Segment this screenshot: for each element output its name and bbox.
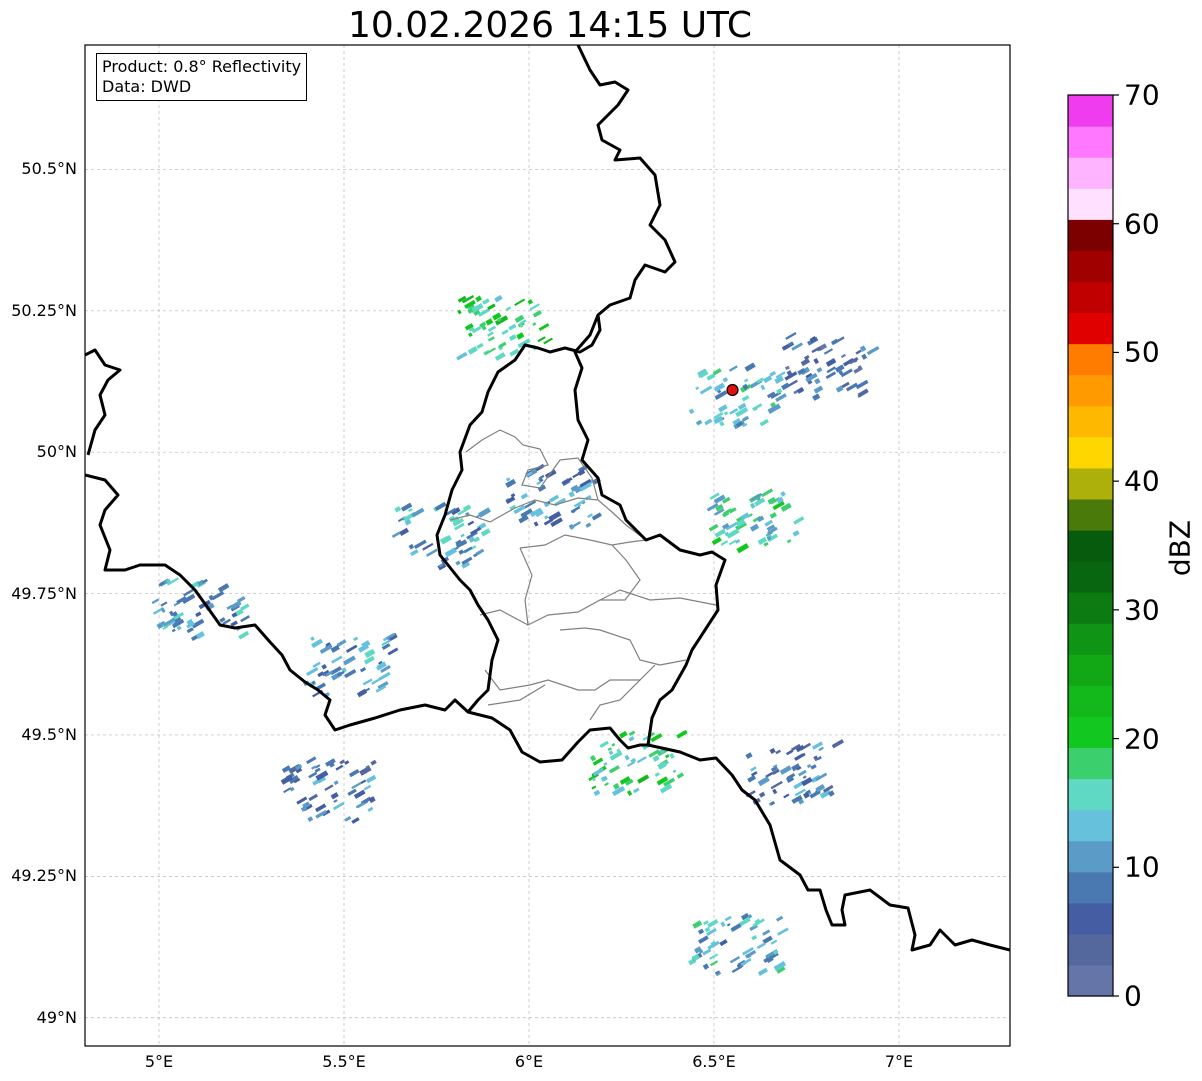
colorbar-segment <box>1068 871 1113 904</box>
colorbar-segment <box>1068 188 1113 220</box>
map-background <box>85 45 1010 1046</box>
data-source-label: Data: DWD <box>102 77 192 96</box>
colorbar-segment <box>1068 685 1113 717</box>
colorbar-segment <box>1068 312 1113 345</box>
colorbar-segment <box>1068 374 1113 407</box>
colorbar <box>1068 94 1119 997</box>
lon-tick-label: 7°E <box>884 1052 914 1071</box>
colorbar-segment <box>1068 95 1113 127</box>
lon-tick-label: 6°E <box>514 1052 544 1071</box>
colorbar-segment <box>1068 126 1113 158</box>
colorbar-segment <box>1068 592 1113 624</box>
colorbar-segment <box>1068 902 1113 935</box>
colorbar-segment <box>1068 747 1113 780</box>
lat-tick-label: 49.5°N <box>21 724 77 744</box>
lon-tick-label: 6.5°E <box>692 1052 736 1071</box>
colorbar-segment <box>1068 623 1113 655</box>
product-label: Product: 0.8° Reflectivity <box>102 57 302 76</box>
lat-tick-label: 50.5°N <box>21 159 77 179</box>
info-box: Product: 0.8° Reflectivity Data: DWD <box>96 53 308 101</box>
colorbar-segment <box>1068 561 1113 593</box>
colorbar-segment <box>1068 964 1113 997</box>
colorbar-segment <box>1068 654 1113 686</box>
colorbar-segment <box>1068 219 1113 251</box>
colorbar-tick-label: 50 <box>1124 335 1160 369</box>
colorbar-tick-label: 30 <box>1124 593 1160 627</box>
colorbar-tick-label: 70 <box>1124 78 1160 112</box>
radar-map <box>84 44 1119 1047</box>
colorbar-segment <box>1068 405 1113 438</box>
colorbar-segment <box>1068 343 1113 376</box>
colorbar-segment <box>1068 529 1113 562</box>
lat-tick-label: 49.75°N <box>11 583 77 603</box>
colorbar-segment <box>1068 840 1113 873</box>
colorbar-label: dBZ <box>1163 519 1197 577</box>
lat-tick-label: 50°N <box>36 442 77 462</box>
lat-tick-label: 49.25°N <box>11 866 77 886</box>
colorbar-tick-label: 20 <box>1124 722 1160 756</box>
colorbar-segment <box>1068 157 1113 189</box>
colorbar-segment <box>1068 778 1113 811</box>
radar-site-marker <box>726 383 739 397</box>
colorbar-tick-label: 60 <box>1124 207 1160 241</box>
colorbar-segment <box>1068 716 1113 749</box>
colorbar-segment <box>1068 250 1113 283</box>
colorbar-tick-label: 0 <box>1124 979 1142 1013</box>
lon-tick-label: 5.5°E <box>322 1052 366 1071</box>
colorbar-segment <box>1068 281 1113 314</box>
lat-tick-label: 50.25°N <box>11 300 77 320</box>
colorbar-tick-label: 40 <box>1124 464 1160 498</box>
colorbar-tick-label: 10 <box>1124 850 1160 884</box>
lat-tick-label: 49°N <box>36 1007 77 1027</box>
lon-tick-label: 5°E <box>144 1052 174 1071</box>
colorbar-segment <box>1068 933 1113 966</box>
colorbar-segment <box>1068 498 1113 531</box>
colorbar-segment <box>1068 436 1113 469</box>
colorbar-segment <box>1068 467 1113 500</box>
colorbar-segment <box>1068 809 1113 842</box>
